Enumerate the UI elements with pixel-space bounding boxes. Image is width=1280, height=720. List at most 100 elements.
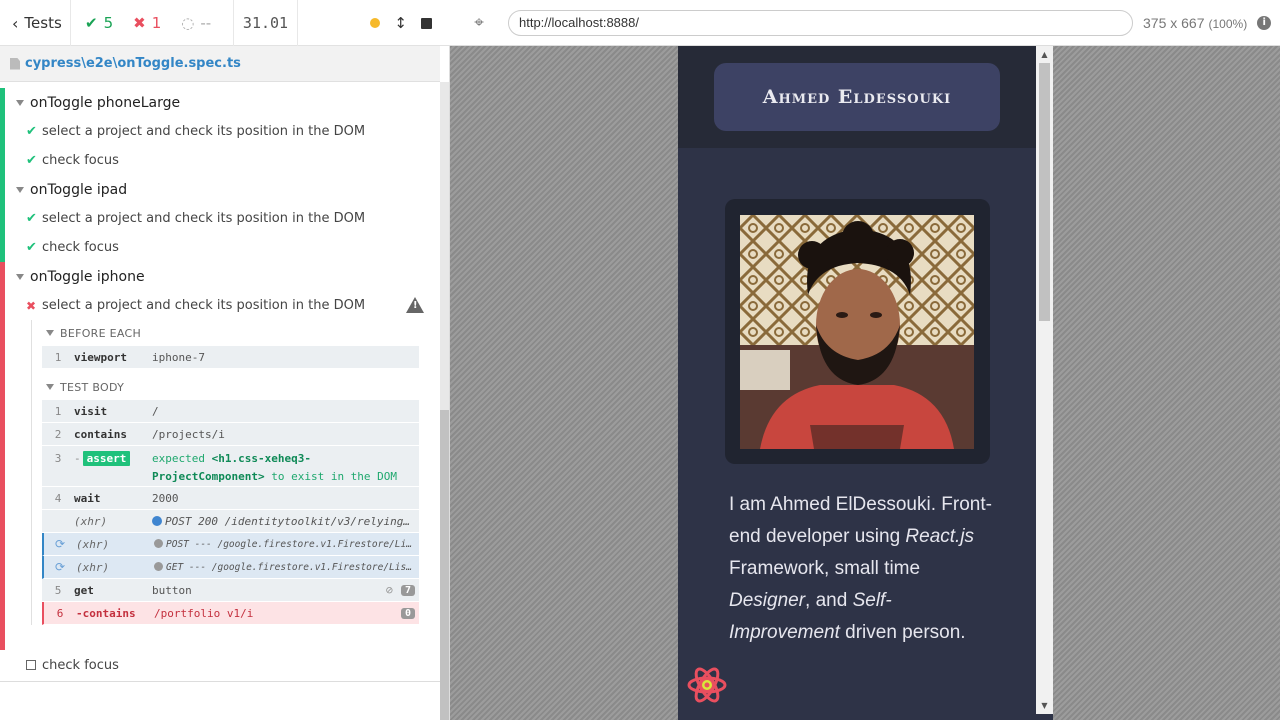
test-title: check focus — [42, 240, 119, 255]
x-icon: ✖ — [26, 298, 37, 313]
command-message: iphone-7 — [152, 350, 205, 364]
suite-title[interactable]: onToggle iphone — [0, 262, 440, 291]
element-count-badge: 7 — [400, 584, 415, 596]
chevron-left-icon: ‹ — [12, 13, 19, 33]
command-name: (xhr) — [74, 514, 108, 528]
command-message: GET --- /google.firestore.v1.Firestore/L… — [154, 561, 419, 573]
warning-icon[interactable] — [406, 297, 424, 313]
site-title: Ahmed Eldessouki — [762, 86, 952, 108]
hook-title-text: TEST BODY — [60, 380, 125, 394]
pending-count: ◌ -- — [181, 14, 211, 32]
selector-playground-icon[interactable]: ⌖ — [450, 13, 508, 33]
command-row[interactable]: 1 viewport iphone-7 — [42, 346, 419, 369]
suite-title-text: onToggle iphone — [30, 268, 145, 285]
suite-title[interactable]: onToggle ipad — [0, 175, 440, 204]
test-row[interactable]: ✔ check focus — [0, 233, 440, 262]
url-text: http://localhost:8888/ — [519, 15, 639, 30]
caret-down-icon — [16, 273, 24, 280]
command-message: button — [152, 583, 192, 597]
viewport-info[interactable]: 375 x 667 (100%) — [1143, 15, 1247, 31]
eye-slash-icon: ⊘ — [385, 583, 393, 597]
reporter-panel: ‹ Tests ✔ 5 ✖ 1 ◌ -- 31.01 ↕ cypress\e2e\on… — [0, 0, 450, 720]
command-row[interactable]: 1 visit / — [42, 400, 419, 423]
stop-button-icon[interactable] — [421, 17, 432, 29]
command-row-assert[interactable]: 3 - assert expected <h1.css-xeheq3-Projec… — [42, 446, 419, 487]
name-banner[interactable]: Ahmed Eldessouki — [714, 63, 1000, 131]
test-row[interactable]: ✔ select a project and check its position… — [0, 204, 440, 233]
command-number: 4 — [54, 491, 62, 505]
assert-text: expected — [152, 452, 212, 465]
scroll-down-icon[interactable]: ▼ — [1036, 697, 1053, 714]
command-number: 2 — [54, 427, 62, 441]
command-name: viewport — [74, 350, 127, 364]
bio-text: Framework, small time — [729, 558, 921, 579]
command-row[interactable]: 5 get button ⊘ 7 — [42, 579, 419, 602]
tests-button[interactable]: ‹ Tests — [0, 0, 71, 46]
command-row-failed[interactable]: 6 -contains /portfolio v1/i 0 — [42, 602, 419, 625]
react-logo-icon[interactable] — [686, 664, 728, 710]
profile-photo — [740, 215, 974, 449]
command-name: - assert — [74, 451, 152, 466]
check-icon: ✔ — [26, 240, 37, 255]
profile-photo-card — [725, 199, 990, 464]
command-row-xhr-pending[interactable]: ⟳ (xhr) GET --- /google.firestore.v1.Fir… — [42, 556, 419, 579]
x-icon: ✖ — [133, 14, 146, 32]
command-row[interactable]: 2 contains /projects/i — [42, 423, 419, 446]
command-name: -contains — [76, 606, 136, 620]
caret-down-icon — [16, 186, 24, 193]
passed-count: ✔ 5 — [85, 14, 113, 32]
test-counts: ✔ 5 ✖ 1 ◌ -- — [71, 0, 234, 46]
check-icon: ✔ — [26, 211, 37, 226]
command-number: 1 — [54, 350, 62, 364]
check-icon: ✔ — [26, 153, 37, 168]
command-row-xhr-pending[interactable]: ⟳ (xhr) POST --- /google.firestore.v1.Fi… — [42, 533, 419, 556]
test-title: select a project and check its position … — [42, 298, 366, 313]
suite: onToggle phoneLarge ✔ select a project an… — [0, 88, 440, 175]
hook-title-before-each[interactable]: BEFORE EACH — [42, 320, 419, 346]
bio-emphasis: React.js — [905, 526, 975, 547]
command-message: 2000 — [152, 491, 179, 505]
run-controls: ↕ — [298, 0, 450, 46]
checkbox-icon — [26, 660, 36, 670]
failed-count: ✖ 1 — [133, 14, 161, 32]
info-icon[interactable]: i — [1257, 15, 1272, 30]
command-message: expected <h1.css-xeheq3-ProjectComponent… — [152, 450, 419, 486]
xhr-status-dot-icon — [154, 561, 163, 571]
auto-scroll-toggle-icon[interactable]: ↕ — [394, 14, 407, 32]
test-row-failed[interactable]: ✖ select a project and check its position… — [0, 291, 440, 320]
suite-title-text: onToggle phoneLarge — [30, 94, 181, 111]
xhr-text: GET --- /google.firestore.v1.Firestore/L… — [166, 561, 419, 573]
command-number: 6 — [56, 606, 64, 620]
xhr-status-dot-icon — [154, 538, 163, 548]
command-name: get — [74, 583, 94, 597]
assert-badge: assert — [82, 451, 131, 466]
viewport-size: 375 x 667 — [1143, 14, 1205, 31]
test-row[interactable]: ✔ check focus — [0, 146, 440, 175]
caret-down-icon — [46, 330, 54, 336]
xhr-text: POST 200 /identitytoolkit/v3/relyingpart… — [165, 514, 419, 528]
command-name: (xhr) — [76, 560, 110, 574]
command-number: 3 — [54, 452, 62, 465]
test-title: check focus — [42, 153, 119, 168]
command-name: visit — [74, 404, 108, 418]
app-scrollbar-thumb[interactable] — [1039, 63, 1050, 321]
bio-text: , and — [805, 590, 853, 611]
spec-path-link[interactable]: cypress\e2e\onToggle.spec.ts — [25, 56, 241, 71]
viewport-scale: (100%) — [1208, 16, 1248, 31]
command-log: BEFORE EACH 1 viewport iphone-7 TEST BOD… — [31, 320, 419, 625]
command-row[interactable]: 4 wait 2000 — [42, 487, 419, 510]
reporter-scrollbar-thumb[interactable] — [440, 410, 449, 720]
spinner-icon: ⟳ — [54, 537, 66, 551]
command-name: contains — [74, 427, 127, 441]
pending-value: -- — [200, 14, 212, 32]
command-message: /projects/i — [152, 427, 225, 441]
test-row[interactable]: ✔ select a project and check its position… — [0, 117, 440, 146]
test-row-pending[interactable]: check focus — [0, 650, 440, 680]
suite-title[interactable]: onToggle phoneLarge — [0, 88, 440, 117]
url-bar[interactable]: http://localhost:8888/ — [508, 9, 1133, 36]
command-row-xhr[interactable]: (xhr) POST 200 /identitytoolkit/v3/relyi… — [42, 510, 419, 533]
scroll-up-icon[interactable]: ▲ — [1036, 46, 1053, 63]
hook-title-test-body[interactable]: TEST BODY — [42, 374, 419, 400]
command-name: (xhr) — [76, 537, 110, 551]
suite: onToggle ipad ✔ select a project and chec… — [0, 175, 440, 262]
